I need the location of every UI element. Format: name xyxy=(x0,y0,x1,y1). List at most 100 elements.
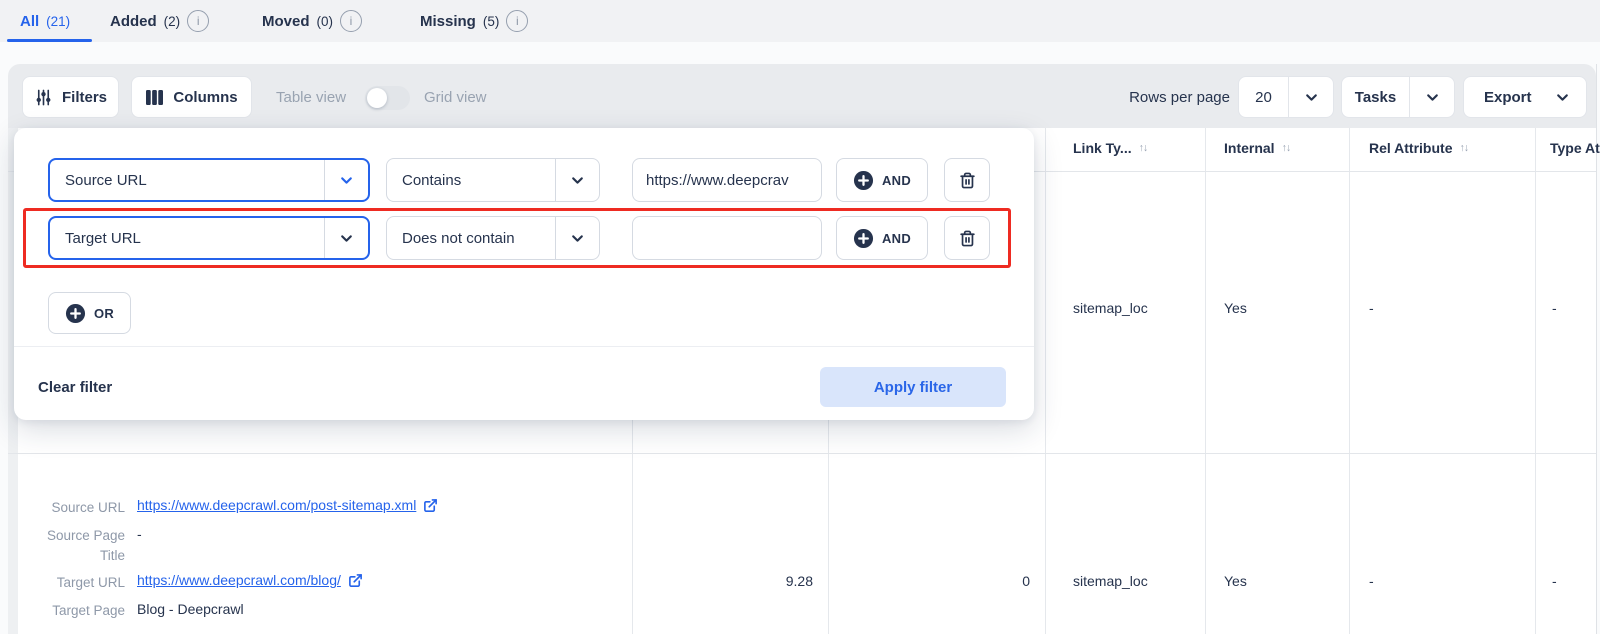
detail-value: https://www.deepcrawl.com/blog/ xyxy=(137,572,363,588)
tab-moved-count: (0) xyxy=(317,14,334,29)
grid-view-label: Grid view xyxy=(424,76,487,118)
tab-moved[interactable]: Moved (0) i xyxy=(262,0,362,42)
column-header-internal[interactable]: Internal ↑↓ xyxy=(1224,140,1290,156)
sort-icon: ↑↓ xyxy=(1282,142,1291,154)
cell-type-attribute: - xyxy=(1552,573,1557,589)
delete-filter-button[interactable] xyxy=(944,158,990,202)
cell-metric-1: 9.28 xyxy=(650,573,813,589)
tab-bar: All (21) Added (2) i Moved (0) i Missing… xyxy=(0,0,1600,42)
filter-value-input[interactable] xyxy=(632,158,822,202)
column-header-type-attribute[interactable]: Type At... xyxy=(1550,140,1600,156)
filter-panel: Source URL Contains AND xyxy=(14,128,1034,420)
clear-filter-button[interactable]: Clear filter xyxy=(38,367,112,407)
gridline xyxy=(1535,128,1536,634)
filter-value-input[interactable] xyxy=(632,216,822,260)
info-icon[interactable]: i xyxy=(506,10,528,32)
rows-per-page-label: Rows per page xyxy=(1090,76,1230,118)
trash-icon xyxy=(959,171,976,190)
cell-rel-attribute: - xyxy=(1369,300,1374,316)
detail-label: Target Page xyxy=(37,601,125,621)
columns-button-label: Columns xyxy=(173,89,237,106)
external-link-icon xyxy=(423,498,438,513)
filter-field-select[interactable]: Source URL xyxy=(48,158,370,202)
gridline xyxy=(1205,128,1206,634)
column-header-link-type[interactable]: Link Ty... ↑↓ xyxy=(1073,140,1147,156)
export-button[interactable]: Export xyxy=(1463,76,1587,118)
filter-field-value: Target URL xyxy=(50,230,324,247)
filter-condition-select[interactable]: Does not contain xyxy=(386,216,600,260)
tab-all[interactable]: All (21) xyxy=(20,0,70,42)
sort-icon: ↑↓ xyxy=(1459,142,1468,154)
filters-button[interactable]: Filters xyxy=(22,76,119,118)
column-header-label: Internal xyxy=(1224,140,1275,156)
columns-button[interactable]: Columns xyxy=(131,76,252,118)
apply-filter-button[interactable]: Apply filter xyxy=(820,367,1006,407)
export-button-label: Export xyxy=(1484,89,1532,106)
trash-icon xyxy=(959,229,976,248)
rows-per-page-value: 20 xyxy=(1239,89,1288,106)
filter-field-value: Source URL xyxy=(50,172,324,189)
chevron-down-icon xyxy=(1289,90,1333,105)
filters-icon xyxy=(34,88,53,107)
active-tab-underline xyxy=(7,39,92,42)
chevron-down-icon xyxy=(324,160,368,200)
app-screen: All (21) Added (2) i Moved (0) i Missing… xyxy=(0,0,1600,634)
panel-divider xyxy=(14,346,1034,347)
or-button-label: OR xyxy=(94,306,114,321)
and-button[interactable]: AND xyxy=(836,216,928,260)
external-link-icon xyxy=(348,573,363,588)
column-header-label: Type At... xyxy=(1550,140,1600,156)
columns-icon xyxy=(145,89,164,106)
target-url-link[interactable]: https://www.deepcrawl.com/blog/ xyxy=(137,572,341,588)
source-url-link[interactable]: https://www.deepcrawl.com/post-sitemap.x… xyxy=(137,497,416,513)
tab-moved-label: Moved xyxy=(262,13,310,30)
column-header-label: Rel Attribute xyxy=(1369,140,1452,156)
tasks-button[interactable]: Tasks xyxy=(1341,76,1455,118)
chevron-down-icon xyxy=(324,218,368,258)
cell-link-type: sitemap_loc xyxy=(1073,300,1148,316)
cell-type-attribute: - xyxy=(1552,300,1557,316)
tab-added[interactable]: Added (2) i xyxy=(110,0,209,42)
chevron-down-icon xyxy=(555,217,599,259)
filter-condition-select[interactable]: Contains xyxy=(386,158,600,202)
column-header-label: Link Ty... xyxy=(1073,140,1132,156)
detail-value: Blog - Deepcrawl xyxy=(137,601,244,617)
detail-label: Source Page Title xyxy=(37,526,125,566)
chevron-down-icon xyxy=(555,159,599,201)
info-icon[interactable]: i xyxy=(187,10,209,32)
tab-added-count: (2) xyxy=(164,14,181,29)
plus-circle-icon xyxy=(65,303,86,324)
rows-per-page-select[interactable]: 20 xyxy=(1238,76,1334,118)
cell-link-type: sitemap_loc xyxy=(1073,573,1148,589)
detail-value: - xyxy=(137,526,142,542)
gridline xyxy=(1045,128,1046,634)
column-header-rel-attribute[interactable]: Rel Attribute ↑↓ xyxy=(1369,140,1468,156)
filter-field-select[interactable]: Target URL xyxy=(48,216,370,260)
view-toggle[interactable] xyxy=(365,86,410,110)
plus-circle-icon xyxy=(853,228,874,249)
sort-icon: ↑↓ xyxy=(1139,142,1148,154)
and-button-label: AND xyxy=(882,173,911,188)
table-view-label: Table view xyxy=(276,76,346,118)
chevron-down-icon xyxy=(1410,90,1454,105)
filter-condition-value: Contains xyxy=(387,172,555,189)
tab-all-count: (21) xyxy=(46,14,70,29)
tab-missing-count: (5) xyxy=(483,14,500,29)
tab-missing-label: Missing xyxy=(420,13,476,30)
or-button[interactable]: OR xyxy=(48,292,131,334)
tab-all-label: All xyxy=(20,13,39,30)
detail-label: Source URL xyxy=(37,498,125,518)
tab-missing[interactable]: Missing (5) i xyxy=(420,0,528,42)
cell-internal: Yes xyxy=(1224,573,1247,589)
gridline xyxy=(1349,128,1350,634)
cell-metric-2: 0 xyxy=(900,573,1030,589)
info-icon[interactable]: i xyxy=(340,10,362,32)
plus-circle-icon xyxy=(853,170,874,191)
filters-button-label: Filters xyxy=(62,89,107,106)
row-divider xyxy=(8,453,1596,454)
and-button[interactable]: AND xyxy=(836,158,928,202)
cell-rel-attribute: - xyxy=(1369,573,1374,589)
detail-value: https://www.deepcrawl.com/post-sitemap.x… xyxy=(137,497,438,513)
view-toggle-knob xyxy=(367,88,387,108)
delete-filter-button[interactable] xyxy=(944,216,990,260)
